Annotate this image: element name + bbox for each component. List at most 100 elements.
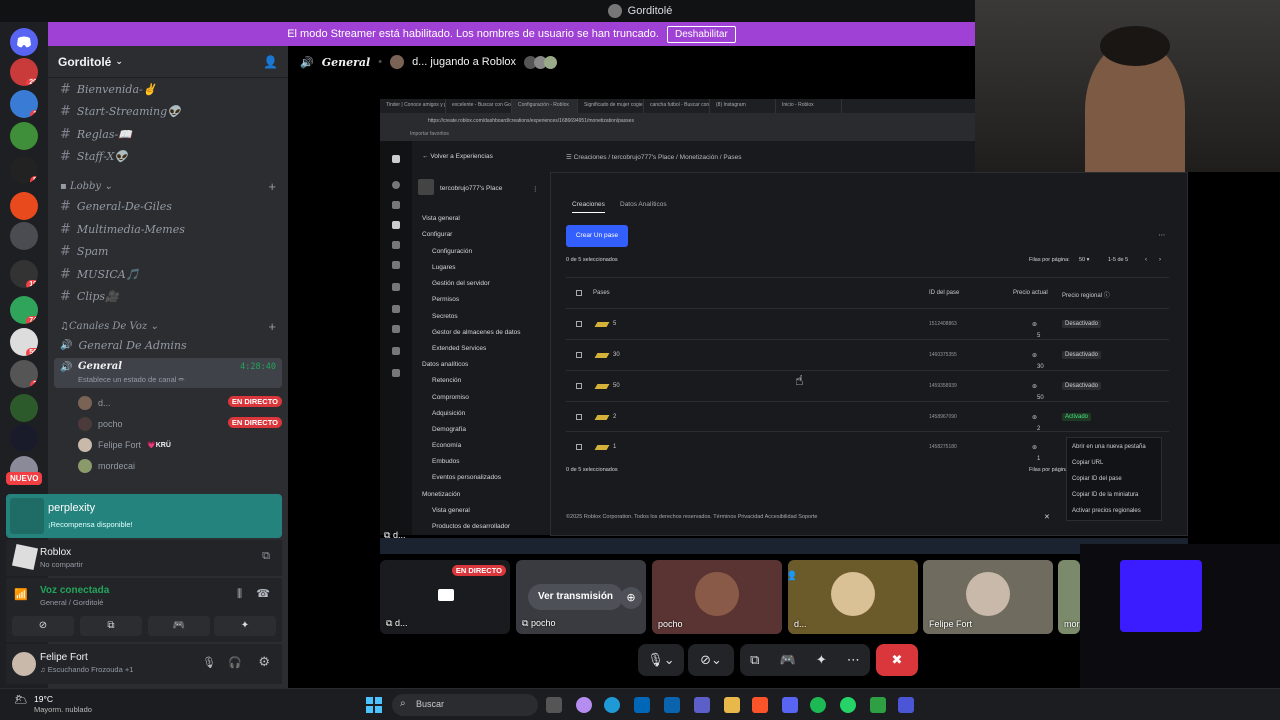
voice-user-pocho[interactable]: pocho — [78, 417, 123, 431]
nav-icon[interactable] — [392, 241, 400, 249]
soundboard-icon[interactable]: ✦ — [816, 652, 827, 668]
messages-icon[interactable] — [392, 283, 400, 291]
tile-pocho[interactable]: pocho — [652, 560, 782, 634]
more-icon[interactable]: ⋯ — [1159, 231, 1166, 239]
disconnect-icon[interactable]: ☎ — [256, 587, 270, 600]
add-channel-icon[interactable]: + — [268, 179, 276, 194]
pass-name[interactable]: 5 — [613, 321, 616, 327]
nav-icon[interactable] — [392, 305, 400, 313]
channel-general-de-giles[interactable]: # General-De-Giles — [60, 199, 172, 214]
nav-developer-products[interactable]: Productos de desarrollador — [432, 523, 510, 530]
browser-tab[interactable]: Tinder | Conoce amigos y p — [380, 99, 446, 113]
server-icon-9[interactable]: 56 — [10, 328, 38, 356]
outlook-icon[interactable] — [664, 697, 680, 713]
nav-acquisition[interactable]: Adquisición — [432, 410, 465, 417]
row-checkbox[interactable] — [576, 352, 582, 358]
server-icon-3[interactable] — [10, 122, 38, 150]
activities-icon[interactable]: 🎮 — [780, 652, 796, 668]
browser-url-bar[interactable]: https://create.roblox.com/dashboard/crea… — [380, 113, 975, 129]
tile-pocho-stream[interactable]: Ver transmisión ⊕ ⧉ pocho — [516, 560, 646, 634]
add-voice-channel-icon[interactable]: + — [268, 319, 276, 334]
activities-button[interactable]: 🎮 — [148, 616, 210, 636]
menu-item-copy-pass-id[interactable]: Copiar ID del pase — [1072, 476, 1122, 482]
nav-places[interactable]: Lugares — [432, 264, 456, 271]
channel-start-streaming[interactable]: # Start-Streaming👽 — [60, 104, 181, 119]
app-icon[interactable] — [898, 697, 914, 713]
channel-staff[interactable]: # Staff-X👽 — [60, 149, 128, 164]
apps-icon[interactable] — [392, 369, 400, 377]
tab-creations[interactable]: Creaciones — [572, 201, 605, 213]
copilot-icon[interactable] — [576, 697, 592, 713]
menu-item-copy-url[interactable]: Copiar URL — [1072, 460, 1103, 466]
channel-musica[interactable]: # MUSICA🎵 — [60, 267, 139, 282]
weather-temp[interactable]: 19°C — [34, 694, 53, 704]
nav-economy[interactable]: Economía — [432, 442, 461, 449]
browser-tab[interactable]: Configuración - Roblox — [512, 99, 578, 113]
channel-status[interactable]: Establece un estado de canal ✏ — [78, 375, 185, 384]
channel-multimedia-memes[interactable]: # Multimedia-Memes — [60, 222, 185, 237]
tab-analytics[interactable]: Datos Analíticos — [620, 201, 667, 208]
nav-retention[interactable]: Retención — [432, 377, 461, 384]
more-icon[interactable]: ⋮ — [532, 185, 539, 193]
channel-spam[interactable]: # Spam — [60, 244, 108, 259]
share-screen-icon[interactable]: ⧉ — [262, 550, 270, 563]
add-friend-icon[interactable]: 👥 — [788, 568, 796, 581]
menu-item-regional-pricing[interactable]: Activar precios regionales — [1072, 508, 1141, 514]
nav-server-management[interactable]: Gestión del servidor — [432, 280, 490, 287]
menu-item-copy-thumbnail-id[interactable]: Copiar ID de la miniatura — [1072, 492, 1138, 498]
create-pass-button[interactable]: Crear Un pase — [566, 225, 628, 247]
nav-extended-services[interactable]: Extended Services — [432, 345, 486, 352]
voice-channel-admins[interactable]: 🔊 General De Admins — [60, 339, 187, 352]
nav-engagement[interactable]: Compromiso — [432, 394, 469, 401]
server-icon-7[interactable]: 19 — [10, 260, 38, 288]
pass-name[interactable]: 2 — [613, 414, 616, 420]
nav-demographics[interactable]: Demografía — [432, 426, 466, 433]
watch-stream-button[interactable]: Ver transmisión — [528, 584, 624, 610]
category-lobby[interactable]: ▪ Lobby ⌄ — [60, 181, 113, 192]
row-checkbox[interactable] — [576, 414, 582, 420]
file-explorer-icon[interactable] — [724, 697, 740, 713]
server-header[interactable]: Gorditolé ⌄ 👤 — [48, 46, 288, 78]
perplexity-activity[interactable]: perplexity ¡Recompensa disponible! — [6, 494, 282, 538]
tile-d-cam[interactable]: ⌄ 👥 d... — [788, 560, 918, 634]
camera-button[interactable]: ⊘⌄ — [688, 644, 734, 676]
screen-share-button[interactable]: ⧉ — [80, 616, 142, 636]
server-icon-11[interactable] — [10, 394, 38, 422]
voice-user-felipe[interactable]: Felipe Fort 💗KRÜ — [78, 438, 171, 452]
teams-icon[interactable] — [694, 697, 710, 713]
pass-name[interactable]: 30 — [613, 352, 620, 358]
add-stream-icon[interactable]: ⊕ — [620, 587, 642, 609]
server-icon-4[interactable]: 5 — [10, 156, 38, 184]
server-icon-12[interactable] — [10, 424, 38, 452]
server-icon-8[interactable]: 74 — [10, 296, 38, 324]
x-social-icon[interactable]: ✕ — [1044, 513, 1050, 521]
column-header[interactable]: Pases — [593, 290, 610, 296]
row-checkbox[interactable] — [576, 383, 582, 389]
whatsapp-icon[interactable] — [840, 697, 856, 713]
back-link[interactable]: ← Volver a Experiencias — [422, 153, 493, 160]
invite-icon[interactable]: 👤 — [263, 55, 278, 69]
avatar[interactable] — [12, 652, 36, 676]
nav-monetization-overview[interactable]: Vista general — [432, 507, 470, 514]
row-checkbox[interactable] — [576, 321, 582, 327]
store-icon[interactable] — [634, 697, 650, 713]
nav-custom-events[interactable]: Eventos personalizados — [432, 474, 501, 481]
discord-icon[interactable] — [782, 697, 798, 713]
browser-tab[interactable]: excelente - Buscar con Go — [446, 99, 512, 113]
table-row[interactable]: 2 1458967090 ⊛ 2 Activado — [566, 401, 1169, 432]
server-icon-2[interactable]: 1 — [10, 90, 38, 118]
select-all-checkbox[interactable] — [576, 290, 582, 296]
browser-tab[interactable]: (8) Instagram — [710, 99, 776, 113]
gear-icon[interactable]: ⚙ — [258, 654, 270, 670]
edge-icon[interactable] — [604, 697, 620, 713]
pass-name[interactable]: 1 — [613, 444, 616, 450]
tile-felipe[interactable]: Felipe Fort — [923, 560, 1053, 634]
browser-tab[interactable]: Significado de mujer cogie — [578, 99, 644, 113]
hangup-button[interactable]: ✖ — [876, 644, 918, 676]
server-icon-6[interactable] — [10, 222, 38, 250]
disable-streamer-button[interactable]: Deshabilitar — [666, 25, 736, 43]
server-icon-5[interactable] — [10, 192, 38, 220]
menu-item-open-new-tab[interactable]: Abrir en una nueva pestaña — [1072, 444, 1146, 450]
microphone-icon[interactable]: 🎙 — [202, 656, 216, 669]
nav-configuration[interactable]: Configuración — [432, 248, 472, 255]
